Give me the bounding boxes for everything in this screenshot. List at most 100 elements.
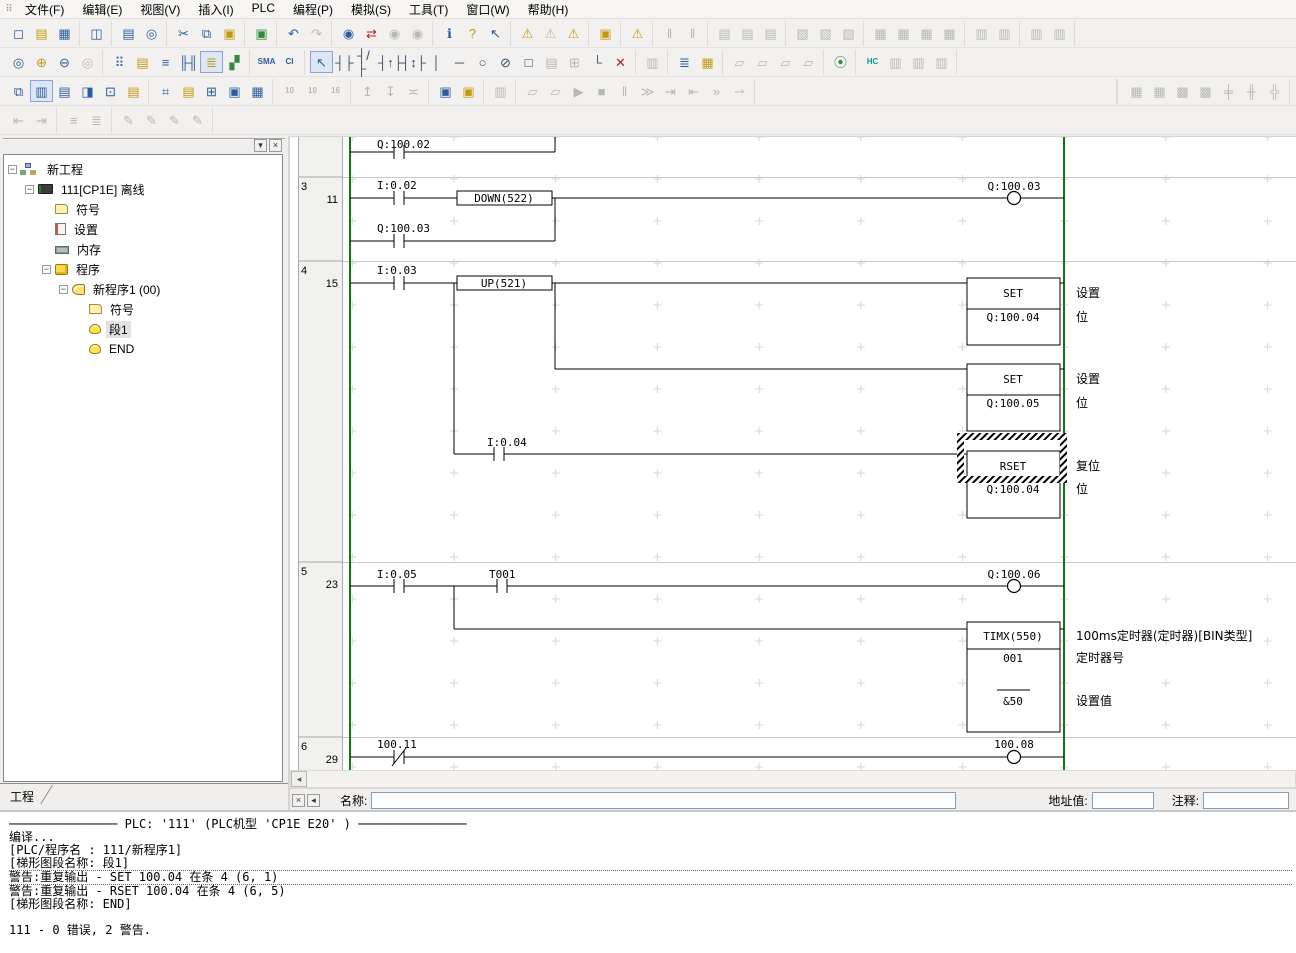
binary-monitor-button[interactable]: ▦ bbox=[246, 80, 269, 102]
diff-monitor-1-button[interactable]: ▥ bbox=[970, 22, 993, 44]
panel-close-button[interactable]: × bbox=[269, 139, 282, 152]
vertical-line-button[interactable]: │ bbox=[425, 51, 448, 73]
properties-view-button[interactable]: ▤ bbox=[122, 80, 145, 102]
zoom-reset-button[interactable]: ◎ bbox=[76, 51, 99, 73]
go-online-2-button[interactable]: ▧ bbox=[814, 22, 837, 44]
contact-no-button[interactable]: ┤├ bbox=[333, 51, 356, 73]
tree-item-memory[interactable]: 内存 bbox=[4, 239, 282, 259]
watch-tool-1-button[interactable]: ▥ bbox=[1025, 22, 1048, 44]
rung-list-button[interactable]: ≡ bbox=[154, 51, 177, 73]
clipboard-warning-button[interactable]: ▣ bbox=[594, 22, 617, 44]
tree-expander[interactable]: − bbox=[42, 265, 51, 274]
bookmark-previous-button[interactable]: ✎ bbox=[163, 109, 186, 131]
watch-tool-2-button[interactable]: ▥ bbox=[1048, 22, 1071, 44]
menu-item-1[interactable]: 编辑(E) bbox=[73, 0, 131, 20]
sim-scan-run-button[interactable]: ⇀ bbox=[728, 80, 751, 102]
contact-up-button[interactable]: ┤↑├ bbox=[379, 51, 402, 73]
tree-item-project[interactable]: −新工程 bbox=[4, 159, 282, 179]
monitor-hex-button[interactable]: 16 bbox=[324, 80, 347, 102]
find-button[interactable]: ◉ bbox=[337, 22, 360, 44]
print-button[interactable]: ▤ bbox=[117, 22, 140, 44]
force-on-button[interactable]: ▱ bbox=[728, 51, 751, 73]
instruction-box-button[interactable]: □ bbox=[517, 51, 540, 73]
data-trace-button[interactable]: ▦ bbox=[696, 51, 719, 73]
force-toggle-button[interactable]: ▱ bbox=[774, 51, 797, 73]
transfer-warning-button[interactable]: ⚠ bbox=[626, 22, 649, 44]
hold-counter-monitor-button[interactable]: HC bbox=[861, 51, 884, 73]
sim-step-run-button[interactable]: ≫ bbox=[636, 80, 659, 102]
transfer-step-run-button[interactable]: ▥ bbox=[489, 80, 512, 102]
transfer-changes-button[interactable]: ▤ bbox=[736, 22, 759, 44]
menu-item-6[interactable]: 模拟(S) bbox=[342, 0, 400, 20]
menu-item-5[interactable]: 编程(P) bbox=[284, 0, 342, 20]
io-comment-view-button[interactable]: ⊡ bbox=[99, 80, 122, 102]
output-coil[interactable] bbox=[1008, 580, 1021, 593]
output-coil[interactable] bbox=[1008, 751, 1021, 764]
menu-item-9[interactable]: 帮助(H) bbox=[519, 0, 578, 20]
sim-step-in-button[interactable]: ⇥ bbox=[659, 80, 682, 102]
watch-option-2-button[interactable]: ▥ bbox=[907, 51, 930, 73]
paste-button[interactable]: ▣ bbox=[218, 22, 241, 44]
program-edit-online-button[interactable]: ▤ bbox=[713, 22, 736, 44]
differential-monitor-button[interactable]: ≣ bbox=[673, 51, 696, 73]
indent-left-button[interactable]: ⇤ bbox=[7, 109, 30, 131]
cross-reference-report-button[interactable]: ⌗ bbox=[154, 80, 177, 102]
context-help-button[interactable]: ↖ bbox=[484, 22, 507, 44]
compile-program-check-button[interactable]: ◫ bbox=[85, 22, 108, 44]
align-rungs-button[interactable]: ≡ bbox=[62, 109, 85, 131]
tree-item-symbols[interactable]: 符号 bbox=[4, 199, 282, 219]
watch-option-1-button[interactable]: ▥ bbox=[884, 51, 907, 73]
copy-button[interactable]: ⧉ bbox=[195, 22, 218, 44]
compare-with-plc-button[interactable]: ≍ bbox=[402, 80, 425, 102]
project-tab[interactable]: 工程 bbox=[2, 785, 40, 808]
contact-nc-button[interactable]: ┤/├ bbox=[356, 51, 379, 73]
sim-pause-button[interactable]: ‖ bbox=[613, 80, 636, 102]
monitor-window-2-button[interactable]: ▦ bbox=[892, 22, 915, 44]
force-off-button[interactable]: ▱ bbox=[751, 51, 774, 73]
monitor-window-3-button[interactable]: ▦ bbox=[915, 22, 938, 44]
sim-continuous-step-button[interactable]: » bbox=[705, 80, 728, 102]
help-topics-button[interactable]: ? bbox=[461, 22, 484, 44]
align-comments-button[interactable]: ≣ bbox=[85, 109, 108, 131]
force-cancel-button[interactable]: ▱ bbox=[797, 51, 820, 73]
work-online-simulator-button[interactable]: ▣ bbox=[434, 80, 457, 102]
monitor-decimal-button[interactable]: 10 bbox=[278, 80, 301, 102]
rack-config-2-button[interactable]: ╫ bbox=[1240, 80, 1263, 102]
ladder-editor[interactable]: 3 11 4 15 5 23 6 29 bbox=[290, 137, 1296, 770]
transfer-from-plc-button[interactable]: ↧ bbox=[379, 80, 402, 102]
online-edit-step-button[interactable]: ▥ bbox=[641, 51, 664, 73]
menu-item-8[interactable]: 窗口(W) bbox=[457, 0, 518, 20]
menu-item-0[interactable]: 文件(F) bbox=[16, 0, 73, 20]
ci-view-toggle-button[interactable]: CI bbox=[278, 51, 301, 73]
zoom-tool-button[interactable]: ◎ bbox=[7, 51, 30, 73]
output-line[interactable]: 警告:重复输出 - SET 100.04 在条 4 (6, 1) bbox=[9, 870, 1292, 885]
io-table-units-button[interactable]: ▩ bbox=[1194, 80, 1217, 102]
diff-monitor-2-button[interactable]: ▥ bbox=[993, 22, 1016, 44]
grid-toggle-button[interactable]: ⠿ bbox=[108, 51, 131, 73]
output-window[interactable]: ─────────────── PLC: '111' (PLC机型 'CP1E … bbox=[0, 810, 1296, 953]
online-edit-warning-button[interactable]: ⚠ bbox=[539, 22, 562, 44]
tree-item-plc[interactable]: −111[CP1E] 离线 bbox=[4, 179, 282, 199]
sim-run-button[interactable]: ▶ bbox=[567, 80, 590, 102]
tree-expander[interactable]: − bbox=[25, 185, 34, 194]
cancel-online-edit-button[interactable]: ▤ bbox=[759, 22, 782, 44]
rung-annotation-button[interactable]: ≣ bbox=[200, 51, 223, 73]
sim-stop-button[interactable]: ■ bbox=[590, 80, 613, 102]
tree-item-section[interactable]: END bbox=[4, 339, 282, 359]
replace-button[interactable]: ⇄ bbox=[360, 22, 383, 44]
function-block-invoke-button[interactable]: ⊞ bbox=[563, 51, 586, 73]
monitor-window-4-button[interactable]: ▦ bbox=[938, 22, 961, 44]
plc-memory-view-button[interactable]: ▦ bbox=[1125, 80, 1148, 102]
undo-button[interactable]: ↶ bbox=[282, 22, 305, 44]
menu-item-3[interactable]: 插入(I) bbox=[189, 0, 242, 20]
bookmark-set-button[interactable]: ✎ bbox=[117, 109, 140, 131]
select-tool-button[interactable]: ↖ bbox=[310, 51, 333, 73]
menu-item-2[interactable]: 视图(V) bbox=[131, 0, 189, 20]
zoom-out-button[interactable]: ⊖ bbox=[53, 51, 76, 73]
used-flag-report-button[interactable]: ⊞ bbox=[200, 80, 223, 102]
info-nav-button[interactable]: ◂ bbox=[307, 794, 320, 807]
address-reference-tool-button[interactable]: ▤ bbox=[177, 80, 200, 102]
address-value-field[interactable] bbox=[1092, 792, 1154, 809]
rung-comment-button[interactable]: ▤ bbox=[131, 51, 154, 73]
new-project-window-button[interactable]: ⧉ bbox=[7, 80, 30, 102]
